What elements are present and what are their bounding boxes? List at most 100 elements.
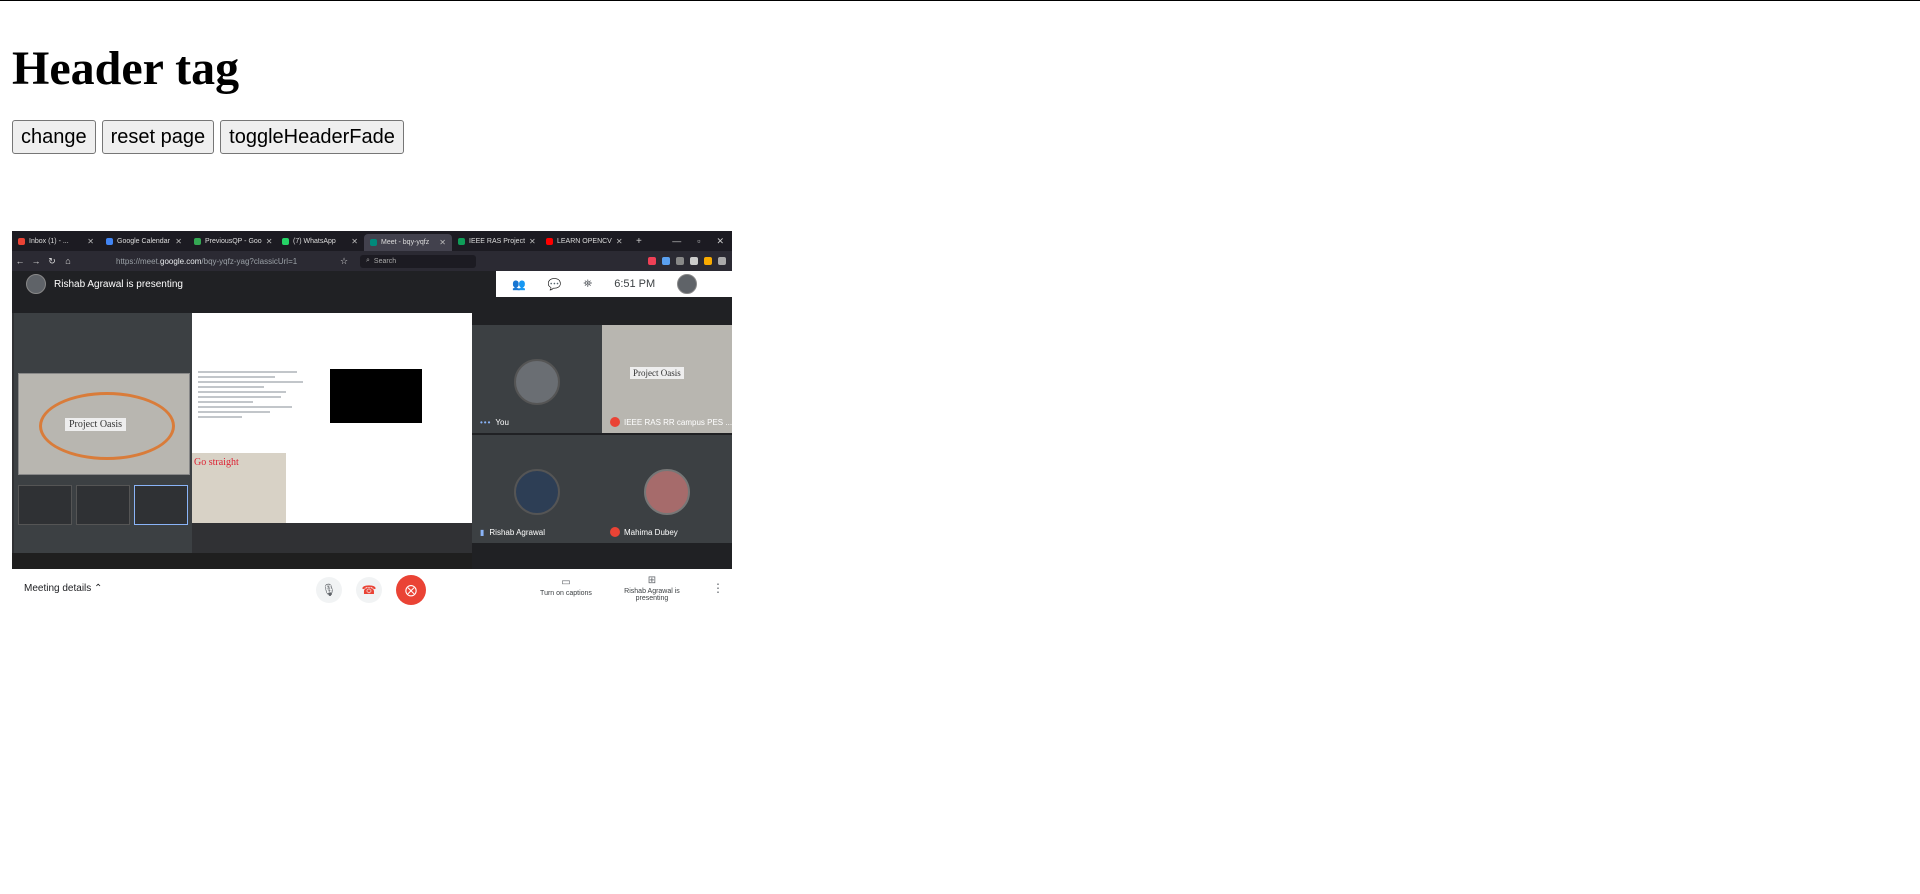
close-icon: ✕ [265,236,273,246]
mic-off-icon [610,417,620,427]
youtube-icon [546,237,553,245]
close-icon: ✕ [439,238,446,247]
oasis-label: Project Oasis [65,418,127,431]
tab-label: Google Calendar [117,237,170,245]
participant-name: ••• You [480,418,509,427]
home-icon: ⌂ [65,256,71,266]
tab-bar: Inbox (1) - ... ✕ Google Calendar ✕ Previo… [12,231,732,251]
name-label: You [495,418,509,427]
people-icon: 👥 [512,278,526,291]
page: Header tag change reset page toggleHeade… [0,41,1920,154]
shared-screen: Project Oasis Go straight [12,313,472,569]
participant-name: ▮ Rishab Agrawal [480,528,545,537]
avatar [644,469,690,515]
chevron-up-icon: ⌃ [94,583,103,594]
tab-whatsapp: (7) WhatsApp ✕ [276,231,364,251]
participant-name: Mahima Dubey [610,527,678,537]
captions-icon: ▭ [561,577,571,588]
close-icon: ✕ [615,236,623,246]
shared-meet-window: Project Oasis [14,313,192,553]
meeting-details-label: Meeting details [24,583,92,594]
calendar-icon [106,237,113,245]
extension-icon [704,257,712,265]
sheets-icon [458,237,465,245]
participant-tile-you: ••• You [472,325,602,433]
tab-youtube: LEARN OPENCV ✕ [540,231,628,251]
close-icon: ✕ [175,236,182,246]
account-icon [690,257,698,265]
tab-sheets: IEEE RAS Project ✕ [452,231,540,251]
presenting-text: Rishab Agrawal is presenting [54,278,183,290]
shared-camera-feed: Project Oasis [18,373,190,475]
library-icon [676,257,684,265]
avatar [514,359,560,405]
meet-screenshot-image: Inbox (1) - ... ✕ Google Calendar ✕ Previo… [12,231,732,611]
tab-label: Meet - bqy-yqfz [381,239,430,246]
back-icon: ← [15,256,25,266]
url-prefix: https://meet. [116,256,161,266]
tab-meet: Meet - bqy-yqfz ✕ [364,234,452,251]
speaking-icon: ••• [480,418,492,427]
terminal-window [330,369,422,423]
thumbnail [18,485,72,525]
close-icon: ✕ [87,236,94,246]
url-path: /bqy-yqfz-yag?classicUrl=1 [201,256,298,266]
shared-code-window: Go straight [192,313,472,523]
url-bar: ← → ↻ ⌂ https://meet.google.com/bqy-yqfz… [12,251,732,271]
captions: ▭ Turn on captions [536,577,596,597]
thumbnail [76,485,130,525]
url-text: https://meet.google.com/bqy-yqfz-yag?cla… [116,257,336,266]
gmail-icon [18,237,25,245]
star-icon: ☆ [339,255,349,266]
oasis-label: Project Oasis [630,367,684,379]
meet-time: 6:51 PM [614,278,656,290]
presenting-status: ⊞ Rishab Agrawal is presenting [622,575,682,602]
name-label: Rishab Agrawal [489,528,545,537]
whatsapp-icon [282,237,289,245]
participant-tile-rishab: ▮ Rishab Agrawal [472,435,602,543]
self-avatar [677,274,698,294]
pocket-icon [648,257,656,265]
present-icon: ⊞ [647,575,657,586]
toggle-header-fade-button[interactable]: toggleHeaderFade [220,120,404,154]
speaking-icon: ▮ [480,528,486,537]
browser-window: Inbox (1) - ... ✕ Google Calendar ✕ Previo… [12,231,732,569]
mic-off-icon [610,527,620,537]
meet-control-bar: Meeting details ⌃ 🎙 ☎ ⨂ ▭ Turn on caption… [12,569,732,611]
go-straight-text: Go straight [194,457,239,468]
new-tab-icon: + [636,235,642,247]
captions-label: Turn on captions [540,590,592,597]
participant-grid: ••• You Project Oasis IEEE RAS RR campus … [472,325,732,543]
menu-icon [718,257,726,265]
tab-label: PreviousQP - Goo [205,237,262,245]
window-controls: — ▫ ✕ [672,231,732,251]
tab-label: LEARN OPENCV [557,237,612,245]
reload-icon: ↻ [48,255,56,266]
camera-off-icon: ⨂ [396,575,426,605]
button-row: change reset page toggleHeaderFade [12,120,1908,154]
download-icon [662,257,670,265]
meet-icon [370,239,377,246]
maximize-icon: ▫ [697,236,701,246]
drive-icon [194,237,201,245]
reset-page-button[interactable]: reset page [101,120,215,154]
name-label: IEEE RAS RR campus PES ... [624,417,733,427]
close-window-icon: ✕ [716,235,724,246]
presenter-bar: Rishab Agrawal is presenting [12,271,494,297]
code-lines [198,371,308,421]
tab-drive: PreviousQP - Goo ✕ [188,231,276,251]
tab-label: (7) WhatsApp [293,237,336,245]
presenter-avatar [26,274,46,294]
close-icon: ✕ [351,236,358,246]
search-label: Search [373,257,397,265]
change-button[interactable]: change [12,120,96,154]
search-icon: ⌕ [366,257,370,264]
participant-tile-ieee: Project Oasis IEEE RAS RR campus PES ... [602,325,732,433]
avatar [514,469,560,515]
close-icon: ✕ [529,236,536,246]
page-header: Header tag [12,42,240,95]
presenting-status-label: Rishab Agrawal is presenting [624,588,680,602]
tab-calendar: Google Calendar ✕ [100,231,188,251]
forward-icon: → [31,256,41,266]
meeting-details: Meeting details ⌃ [24,583,102,594]
